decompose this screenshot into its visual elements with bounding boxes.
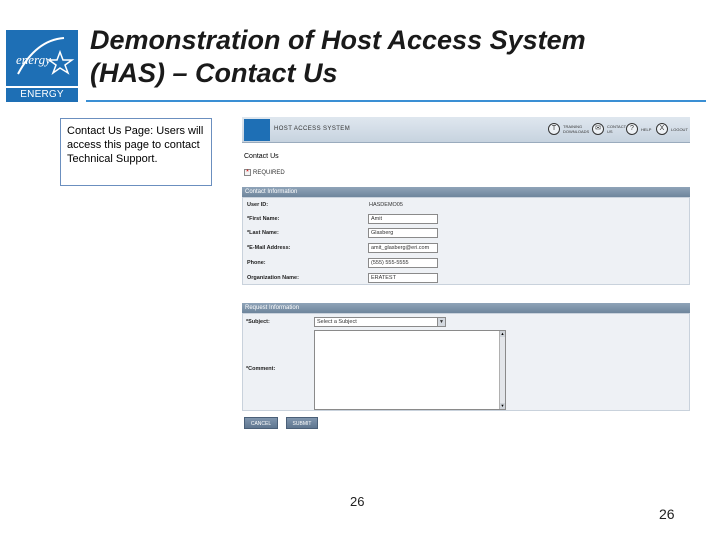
header-link-label: HELP — [641, 126, 652, 132]
phone-input[interactable]: (555) 555-5555 — [368, 258, 438, 268]
comment-textarea[interactable]: ▲ ▼ — [314, 330, 506, 410]
last-name-label: *Last Name: — [247, 230, 279, 236]
last-name-input[interactable]: Glasberg — [368, 228, 438, 238]
app-header: HOST ACCESS SYSTEM T TRAINING DOWNLOADS … — [242, 117, 690, 143]
mail-icon: ✉ — [592, 123, 604, 135]
required-legend: * REQUIRED — [244, 169, 285, 176]
required-label: REQUIRED — [253, 169, 285, 176]
subject-select[interactable]: Select a Subject ▼ — [314, 317, 446, 327]
slide-title: Demonstration of Host Access System (HAS… — [90, 24, 710, 90]
cancel-button[interactable]: CANCEL — [244, 417, 278, 429]
slide-title-line2: (HAS) – Contact Us — [90, 58, 338, 88]
header-link-label: LOGOUT — [671, 126, 688, 132]
email-input[interactable]: amit_glasberg@eri.com — [368, 243, 438, 253]
header-link-contact[interactable]: ✉ CONTACT US — [592, 123, 626, 135]
page-number: 26 — [659, 506, 675, 522]
logout-icon: X — [656, 123, 668, 135]
email-label: *E-Mail Address: — [247, 245, 291, 251]
subject-select-value: Select a Subject — [317, 319, 357, 325]
field-row-first-name: *First Name: Amit — [243, 213, 691, 227]
first-name-label: *First Name: — [247, 216, 280, 222]
page-heading: Contact Us — [244, 153, 279, 160]
submit-button[interactable]: SUBMIT — [286, 417, 318, 429]
app-logo — [244, 119, 270, 141]
field-row-email: *E-Mail Address: amit_glasberg@eri.com — [243, 242, 691, 256]
organization-label: Organization Name: — [247, 275, 299, 281]
slide-title-line1: Demonstration of Host Access System — [90, 25, 586, 55]
app-screenshot: HOST ACCESS SYSTEM T TRAINING DOWNLOADS … — [242, 117, 690, 433]
field-row-phone: Phone: (555) 555-5555 — [243, 257, 691, 271]
field-row-last-name: *Last Name: Glasberg — [243, 227, 691, 241]
page-number-mid: 26 — [350, 494, 365, 509]
first-name-input[interactable]: Amit — [368, 214, 438, 224]
header-link-label: TRAINING DOWNLOADS — [563, 124, 590, 134]
header-link-training[interactable]: T TRAINING DOWNLOADS — [548, 123, 589, 135]
request-section-header: Request Information — [242, 303, 690, 313]
scroll-down-icon[interactable]: ▼ — [500, 403, 505, 409]
field-row-organization: Organization Name: ERATEST — [243, 272, 691, 286]
contact-panel: User ID: HASDEMO05 *First Name: Amit *La… — [242, 197, 690, 285]
logo-text: ENERGY STAR — [6, 86, 78, 114]
comment-scrollbar[interactable]: ▲ ▼ — [499, 331, 505, 409]
phone-label: Phone: — [247, 260, 266, 266]
comment-label: *Comment: — [246, 366, 276, 372]
user-id-label: User ID: — [247, 202, 269, 208]
energy-star-logo: energy ENERGY STAR — [6, 30, 78, 114]
scroll-up-icon[interactable]: ▲ — [500, 331, 505, 337]
app-title: HOST ACCESS SYSTEM — [274, 126, 351, 132]
field-row-user-id: User ID: HASDEMO05 — [243, 199, 691, 213]
required-icon: * — [244, 169, 251, 176]
help-icon: ? — [626, 123, 638, 135]
title-divider — [86, 100, 706, 102]
user-id-value: HASDEMO05 — [369, 202, 403, 208]
callout-box: Contact Us Page: Users will access this … — [60, 118, 212, 186]
chevron-down-icon: ▼ — [437, 318, 445, 326]
header-link-label: CONTACT US — [607, 124, 626, 134]
star-icon: energy — [16, 37, 75, 76]
contact-section-header: Contact Information — [242, 187, 690, 197]
logo-script: energy — [16, 52, 51, 67]
organization-input[interactable]: ERATEST — [368, 273, 438, 283]
subject-label: *Subject: — [246, 319, 270, 325]
header-link-help[interactable]: ? HELP — [626, 123, 653, 135]
training-icon: T — [548, 123, 560, 135]
header-link-logout[interactable]: X LOGOUT — [656, 123, 688, 135]
